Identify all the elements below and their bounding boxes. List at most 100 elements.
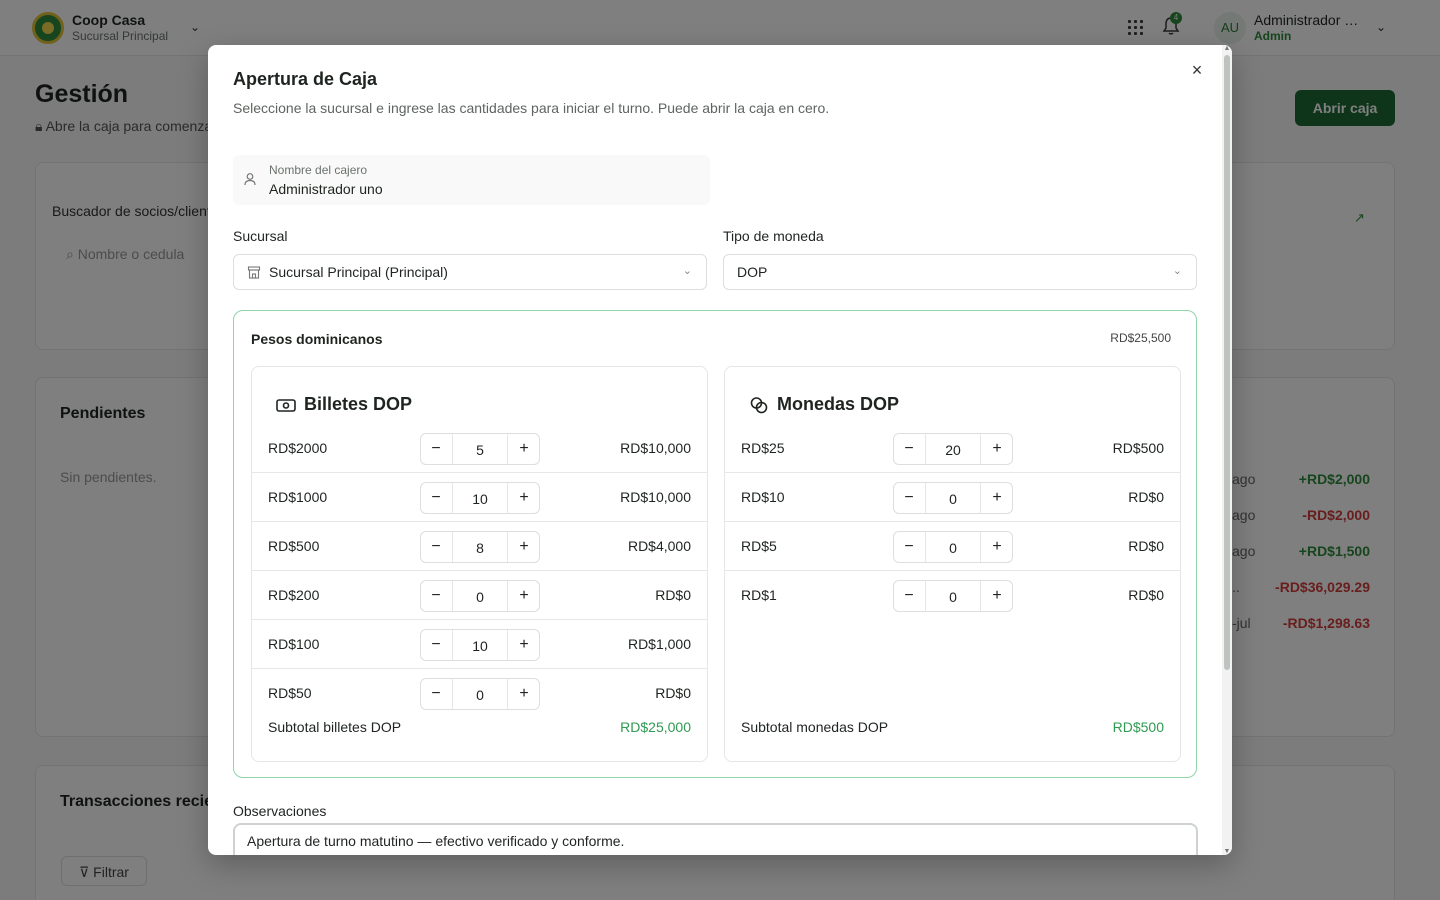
denomination: RD$2000	[268, 440, 328, 456]
quantity-input[interactable]: 5	[452, 434, 508, 464]
quantity-input[interactable]: 8	[452, 532, 508, 562]
denomination: RD$1000	[268, 489, 328, 505]
branch-select-value: Sucursal Principal (Principal)	[269, 264, 448, 280]
denomination: RD$10	[741, 489, 785, 505]
decrement-button[interactable]: −	[894, 581, 924, 611]
row-amount: RD$4,000	[627, 538, 691, 554]
denomination: RD$50	[268, 685, 312, 701]
dialog-description: Seleccione la sucursal e ingrese las can…	[233, 100, 830, 116]
quantity-stepper: − 20 +	[893, 433, 1013, 465]
subtotal-label: Subtotal billetes DOP	[268, 719, 402, 735]
quantity-input[interactable]: 20	[925, 434, 981, 464]
increment-button[interactable]: +	[509, 532, 539, 562]
currency-select[interactable]: DOP ⌄	[723, 254, 1197, 290]
increment-button[interactable]: +	[509, 679, 539, 709]
denomination: RD$100	[268, 636, 320, 652]
close-icon[interactable]: ×	[1188, 61, 1206, 79]
quantity-input[interactable]: 10	[452, 483, 508, 513]
quantity-input[interactable]: 0	[925, 581, 981, 611]
quantity-input[interactable]: 0	[925, 532, 981, 562]
row-amount: RD$0	[655, 685, 691, 701]
currency-label: Tipo de moneda	[723, 228, 824, 244]
banknote-icon	[276, 399, 296, 412]
decrement-button[interactable]: −	[421, 532, 451, 562]
row-amount: RD$500	[1112, 440, 1164, 456]
quantity-input[interactable]: 0	[925, 483, 981, 513]
row-amount: RD$0	[655, 587, 691, 603]
denomination: RD$1	[741, 587, 777, 603]
increment-button[interactable]: +	[509, 630, 539, 660]
increment-button[interactable]: +	[982, 434, 1012, 464]
dialog-title: Apertura de Caja	[233, 69, 378, 89]
cashier-field: Nombre del cajero Administrador uno	[233, 155, 710, 205]
denomination: RD$200	[268, 587, 320, 603]
increment-button[interactable]: +	[982, 581, 1012, 611]
coins-title: Monedas DOP	[777, 394, 900, 414]
decrement-button[interactable]: −	[894, 483, 924, 513]
scroll-down-icon[interactable]: ▼	[1223, 848, 1231, 855]
decrement-button[interactable]: −	[421, 630, 451, 660]
currency-select-value: DOP	[737, 264, 768, 280]
quantity-stepper: − 8 +	[420, 531, 540, 563]
coin-row: RD$10 − 0 + RD$0	[725, 473, 1180, 522]
row-amount: RD$10,000	[620, 440, 691, 456]
subtotal-value: RD$500	[1112, 719, 1164, 735]
bill-row: RD$2000 − 5 + RD$10,000	[252, 424, 707, 473]
open-register-dialog: × Apertura de Caja Seleccione la sucursa…	[208, 45, 1232, 855]
increment-button[interactable]: +	[509, 483, 539, 513]
row-amount: RD$10,000	[620, 489, 691, 505]
quantity-stepper: − 10 +	[420, 629, 540, 661]
currency-name: Pesos dominicanos	[251, 331, 383, 347]
chevron-down-icon: ⌄	[682, 265, 692, 277]
bills-panel: Billetes DOP RD$2000 − 5 + RD$10,000 RD$…	[251, 366, 708, 762]
cashier-value: Administrador uno	[269, 181, 383, 197]
row-amount: RD$0	[1128, 587, 1164, 603]
quantity-stepper: − 0 +	[420, 678, 540, 710]
coin-row: RD$25 − 20 + RD$500	[725, 424, 1180, 473]
quantity-stepper: − 0 +	[893, 531, 1013, 563]
decrement-button[interactable]: −	[421, 679, 451, 709]
coin-row: RD$5 − 0 + RD$0	[725, 522, 1180, 571]
currency-total: RD$25,500	[1110, 331, 1171, 345]
increment-button[interactable]: +	[982, 532, 1012, 562]
denomination: RD$500	[268, 538, 320, 554]
decrement-button[interactable]: −	[421, 483, 451, 513]
decrement-button[interactable]: −	[421, 581, 451, 611]
decrement-button[interactable]: −	[894, 434, 924, 464]
denomination: RD$5	[741, 538, 777, 554]
subtotal-value: RD$25,000	[620, 719, 691, 735]
bill-row: RD$50 − 0 + RD$0	[252, 669, 707, 718]
quantity-input[interactable]: 0	[452, 581, 508, 611]
branch-label: Sucursal	[233, 228, 288, 244]
coin-row: RD$1 − 0 + RD$0	[725, 571, 1180, 620]
cashier-label: Nombre del cajero	[269, 163, 368, 177]
increment-button[interactable]: +	[509, 434, 539, 464]
bills-title: Billetes DOP	[304, 394, 413, 414]
bill-row: RD$100 − 10 + RD$1,000	[252, 620, 707, 669]
quantity-input[interactable]: 0	[452, 679, 508, 709]
coins-subtotal: Subtotal monedas DOP RD$500	[741, 719, 1164, 735]
branch-select[interactable]: Sucursal Principal (Principal) ⌄	[233, 254, 707, 290]
denomination: RD$25	[741, 440, 785, 456]
coins-panel: Monedas DOP RD$25 − 20 + RD$500 RD$10 − …	[724, 366, 1181, 762]
observations-label: Observaciones	[233, 803, 327, 819]
row-amount: RD$0	[1128, 489, 1164, 505]
quantity-stepper: − 0 +	[893, 580, 1013, 612]
dialog-scrollbar[interactable]: ▲ ▼	[1222, 45, 1232, 855]
bill-row: RD$1000 − 10 + RD$10,000	[252, 473, 707, 522]
quantity-stepper: − 5 +	[420, 433, 540, 465]
decrement-button[interactable]: −	[894, 532, 924, 562]
scrollbar-thumb[interactable]	[1224, 55, 1230, 670]
observations-textarea[interactable]: Apertura de turno matutino — efectivo ve…	[233, 823, 1198, 855]
scroll-up-icon[interactable]: ▲	[1223, 45, 1231, 52]
subtotal-label: Subtotal monedas DOP	[741, 719, 889, 735]
row-amount: RD$1,000	[627, 636, 691, 652]
quantity-input[interactable]: 10	[452, 630, 508, 660]
currency-section: Pesos dominicanos RD$25,500 Billetes DOP…	[233, 310, 1197, 778]
decrement-button[interactable]: −	[421, 434, 451, 464]
quantity-stepper: − 10 +	[420, 482, 540, 514]
increment-button[interactable]: +	[982, 483, 1012, 513]
increment-button[interactable]: +	[509, 581, 539, 611]
store-icon	[247, 266, 261, 279]
user-icon	[244, 173, 256, 186]
